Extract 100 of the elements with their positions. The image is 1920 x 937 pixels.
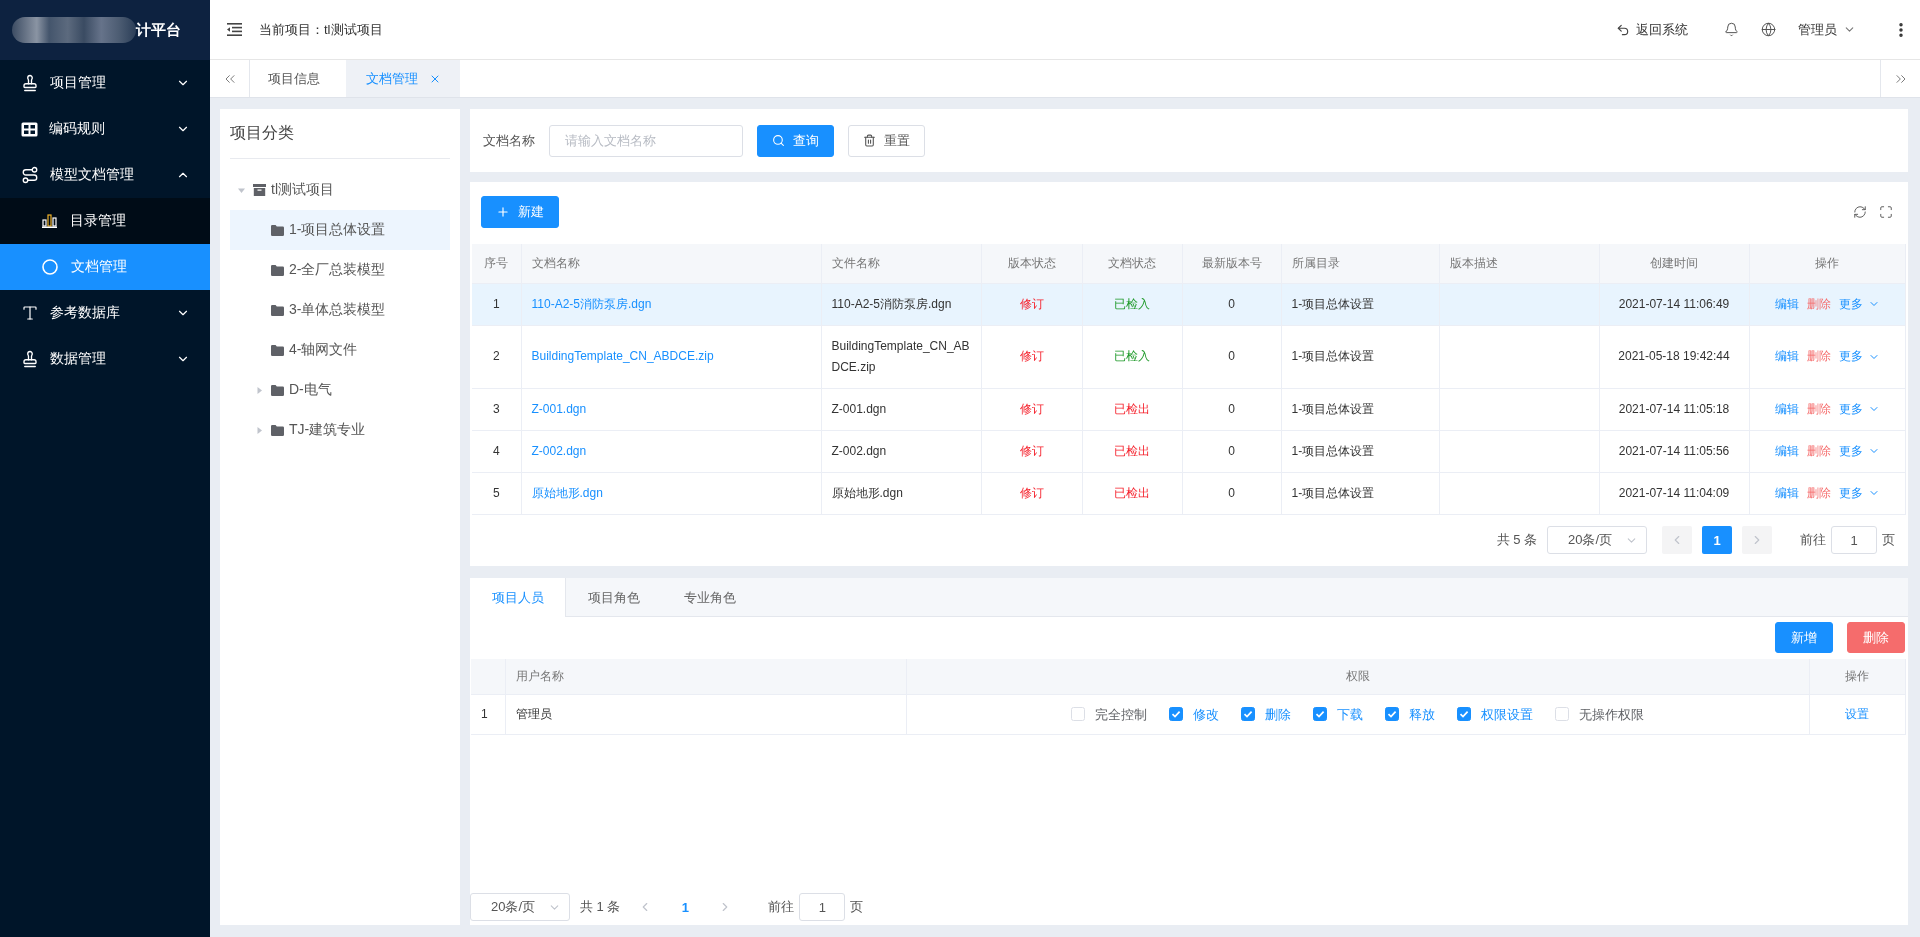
- table-cell: 5: [472, 472, 521, 514]
- new-button[interactable]: 新建: [481, 196, 559, 228]
- menu-item[interactable]: 编码规则: [0, 106, 210, 152]
- back-to-system-link[interactable]: 返回系统: [1616, 20, 1688, 39]
- submenu-item[interactable]: 文档管理: [0, 244, 210, 290]
- edit-link[interactable]: 编辑: [1774, 440, 1799, 462]
- table-row[interactable]: 4 Z-002.dgn Z-002.dgn 修订 已检出 0 1-项目总体设置 2021-07-14 11:05:56 编辑 删除 更多: [472, 430, 1905, 472]
- column-header: 文件名称: [821, 244, 981, 283]
- table-cell: 2021-05-18 19:42:44: [1599, 325, 1749, 388]
- column-header: 最新版本号: [1182, 244, 1281, 283]
- menu-item[interactable]: 模型文档管理: [0, 152, 210, 198]
- edit-link[interactable]: 编辑: [1774, 398, 1799, 420]
- menu-item[interactable]: 数据管理: [0, 336, 210, 382]
- goto-label: 前往: [768, 898, 795, 916]
- circle-icon: [42, 259, 58, 275]
- tree-node[interactable]: 4-轴网文件: [230, 330, 450, 370]
- column-header: 序号: [472, 244, 521, 283]
- checkbox-label[interactable]: 修改: [1193, 703, 1219, 725]
- menu-item[interactable]: 项目管理: [0, 60, 210, 106]
- caret-icon[interactable]: [255, 386, 263, 394]
- document-link[interactable]: Z-002.dgn: [531, 443, 587, 458]
- document-link[interactable]: 原始地形.dgn: [531, 485, 603, 500]
- edit-link[interactable]: 编辑: [1774, 293, 1799, 315]
- delete-button[interactable]: 删除: [1847, 622, 1905, 653]
- tab[interactable]: 专业角色: [662, 578, 758, 617]
- table-cell: 修订: [981, 472, 1082, 514]
- checkbox[interactable]: [1241, 707, 1255, 721]
- page-size-select[interactable]: 20条/页: [470, 893, 570, 921]
- tree-node[interactable]: D-电气: [230, 370, 450, 410]
- tree-node[interactable]: TJ-建筑专业: [230, 410, 450, 450]
- more-dropdown[interactable]: 更多: [1838, 346, 1880, 367]
- document-link[interactable]: 110-A2-5消防泵房.dgn: [531, 296, 652, 311]
- tree-node[interactable]: 3-单体总装模型: [230, 290, 450, 330]
- checkbox[interactable]: [1169, 707, 1183, 721]
- table-cell: 修订: [981, 325, 1082, 388]
- current-project-label: 当前项目：tl测试项目: [259, 20, 383, 39]
- edit-link[interactable]: 编辑: [1774, 346, 1799, 367]
- document-link[interactable]: Z-001.dgn: [531, 401, 587, 416]
- page-size-select[interactable]: 20条/页: [1547, 526, 1647, 555]
- caret-icon[interactable]: [255, 426, 263, 434]
- table-cell: 2021-07-14 11:04:09: [1599, 472, 1749, 514]
- search-button[interactable]: 查询: [757, 124, 834, 157]
- folder-icon: [271, 304, 284, 316]
- checkbox-label[interactable]: 无操作权限: [1579, 703, 1644, 725]
- table-row[interactable]: 1 110-A2-5消防泵房.dgn 110-A2-5消防泵房.dgn 修订 已检入 0 1-项目总体设置 2021-07-14 11:06:49 编辑 删除 更多: [472, 283, 1905, 325]
- menu-item[interactable]: 参考数据库: [0, 290, 210, 336]
- edit-link[interactable]: 编辑: [1774, 482, 1799, 504]
- submenu-item[interactable]: 目录管理: [0, 198, 210, 244]
- delete-link[interactable]: 删除: [1806, 482, 1831, 504]
- table-row[interactable]: 5 原始地形.dgn 原始地形.dgn 修订 已检出 0 1-项目总体设置 2021-07-14 11:04:09 编辑 删除 更多: [472, 472, 1905, 514]
- globe-icon[interactable]: [1761, 22, 1776, 37]
- goto-page-input[interactable]: 1: [799, 893, 846, 921]
- checkbox[interactable]: [1457, 707, 1471, 721]
- folder-icon: [271, 344, 284, 356]
- tab[interactable]: 项目人员: [470, 578, 566, 617]
- tree-node[interactable]: tl测试项目: [230, 170, 450, 210]
- search-icon: [772, 134, 785, 147]
- page-number[interactable]: 1: [1702, 526, 1732, 555]
- more-dropdown[interactable]: 更多: [1838, 482, 1880, 504]
- tree-node[interactable]: 2-全厂总装模型: [230, 250, 450, 290]
- checkbox[interactable]: [1385, 707, 1399, 721]
- checkbox[interactable]: [1313, 707, 1327, 721]
- reset-button[interactable]: 重置: [848, 124, 925, 157]
- delete-link[interactable]: 删除: [1806, 293, 1831, 315]
- delete-link[interactable]: 删除: [1806, 440, 1831, 462]
- caret-icon[interactable]: [237, 186, 245, 194]
- field-label: 文档名称: [483, 131, 535, 150]
- more-dropdown[interactable]: 更多: [1838, 440, 1880, 462]
- page-number[interactable]: 1: [670, 893, 701, 921]
- status-label: 已检出: [1114, 485, 1150, 500]
- column-header: 所属目录: [1281, 244, 1439, 283]
- tab[interactable]: 项目角色: [566, 578, 662, 617]
- more-dropdown[interactable]: 更多: [1838, 293, 1880, 315]
- more-dropdown[interactable]: 更多: [1838, 398, 1880, 420]
- add-button[interactable]: 新增: [1775, 622, 1833, 653]
- refresh-icon[interactable]: [1853, 205, 1867, 219]
- checkbox-label[interactable]: 删除: [1265, 703, 1291, 725]
- user-menu[interactable]: 管理员: [1798, 20, 1856, 39]
- document-link[interactable]: BuildingTemplate_CN_ABDCE.zip: [531, 349, 714, 363]
- page-tab[interactable]: 文档管理: [346, 60, 460, 97]
- delete-link[interactable]: 删除: [1806, 398, 1831, 420]
- settings-link[interactable]: 设置: [1845, 706, 1869, 721]
- table-cell: 0: [1182, 430, 1281, 472]
- checkbox-label[interactable]: 权限设置: [1481, 703, 1533, 725]
- fullscreen-icon[interactable]: [1879, 205, 1893, 219]
- table-cell: 1: [472, 283, 521, 325]
- checkbox-label[interactable]: 完全控制: [1095, 703, 1147, 725]
- table-row[interactable]: 3 Z-001.dgn Z-001.dgn 修订 已检出 0 1-项目总体设置 2021-07-14 11:05:18 编辑 删除 更多: [472, 388, 1905, 430]
- table-cell: 2021-07-14 11:06:49: [1599, 283, 1749, 325]
- checkbox-label[interactable]: 下载: [1337, 703, 1363, 725]
- menu-icon[interactable]: [227, 23, 242, 36]
- goto-page-input[interactable]: 1: [1831, 526, 1877, 555]
- table-cell: 管理员: [505, 694, 906, 734]
- delete-link[interactable]: 删除: [1806, 346, 1831, 367]
- bell-icon[interactable]: [1724, 22, 1739, 37]
- table-cell: 0: [1182, 472, 1281, 514]
- tree-node[interactable]: 1-项目总体设置: [230, 210, 450, 250]
- table-row[interactable]: 2 BuildingTemplate_CN_ABDCE.zip BuildingTemplate_CN_ABDCE.zip 修订 已检入 0 1-项目总体设置 2021-05-18 19:42:44 编辑 删除 更多: [472, 325, 1905, 388]
- search-field[interactable]: 请输入文档名称: [549, 124, 743, 157]
- checkbox-label[interactable]: 释放: [1409, 703, 1435, 725]
